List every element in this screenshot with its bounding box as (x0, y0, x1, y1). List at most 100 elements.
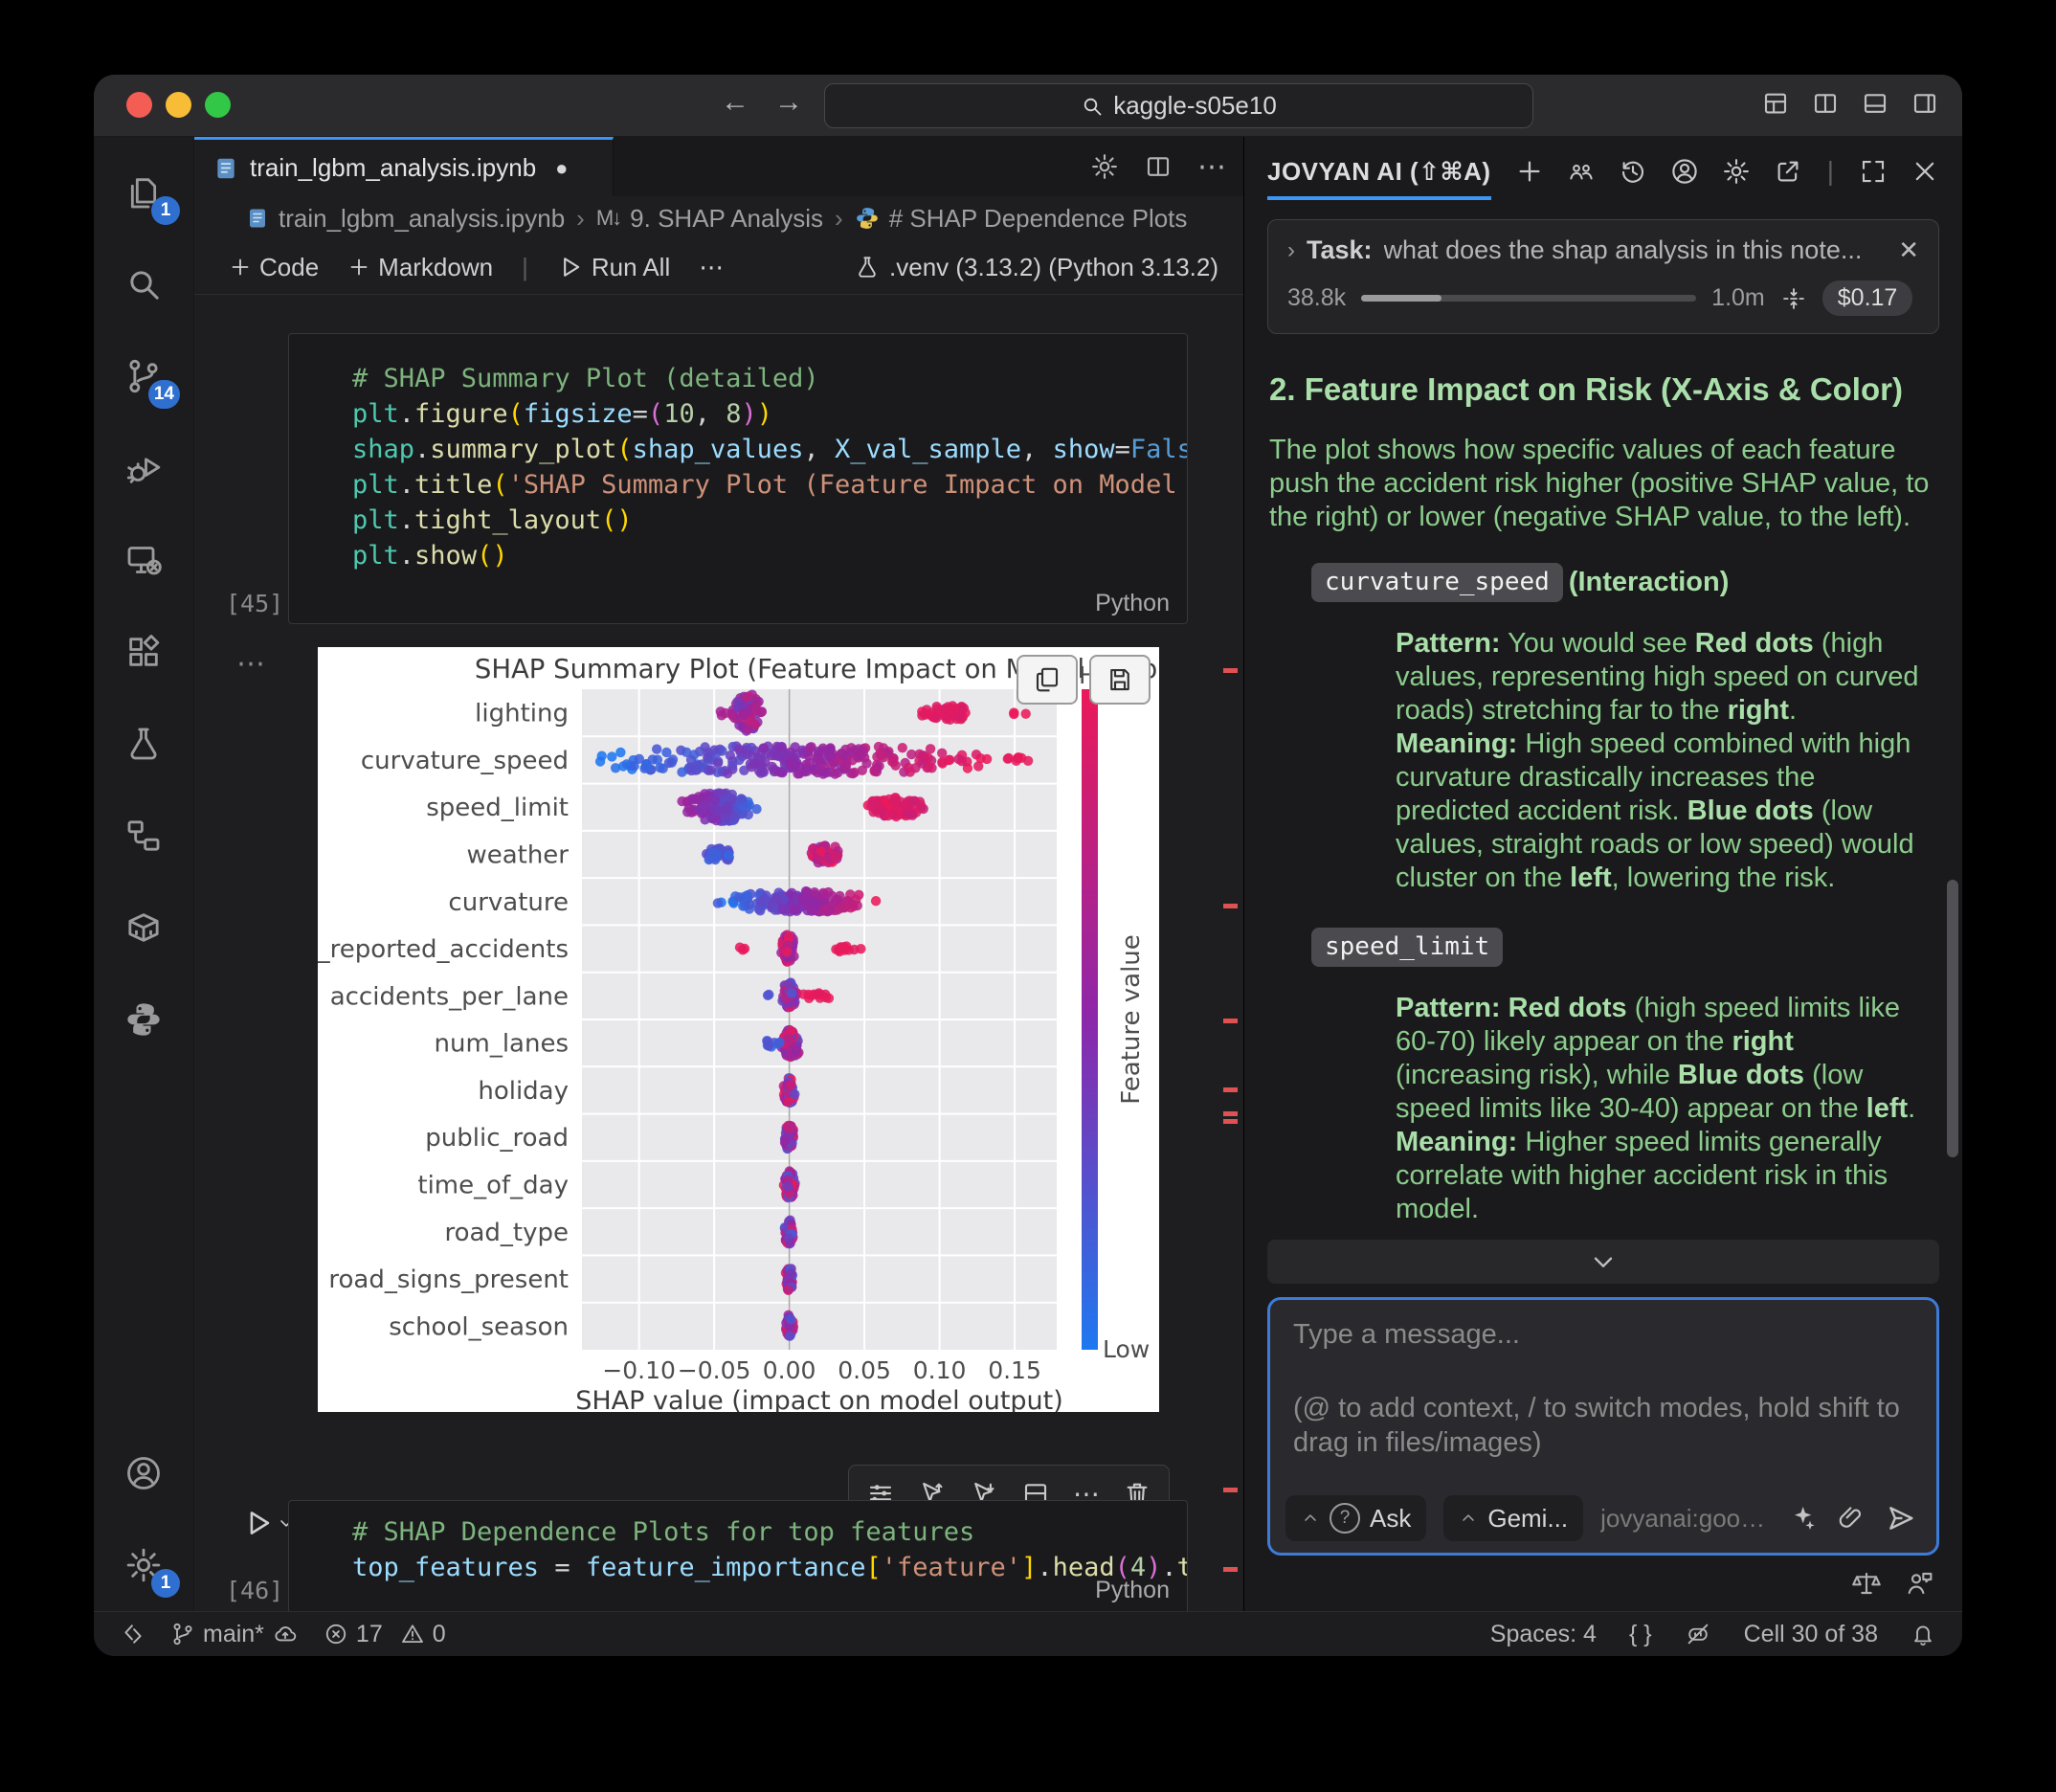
agents-icon[interactable] (1567, 157, 1596, 186)
sidebar-item-remote-explorer[interactable] (94, 514, 193, 606)
condense-context-icon[interactable] (1780, 285, 1807, 312)
sparkle-icon[interactable] (1787, 1503, 1818, 1534)
branch-indicator[interactable]: main* (170, 1621, 299, 1648)
code-editor[interactable]: # SHAP Summary Plot (detailed)plt.figure… (289, 334, 1187, 573)
minimize-window-button[interactable] (166, 92, 191, 118)
sidebar-item-search[interactable] (94, 238, 193, 330)
notebook-toolbar: Code Markdown | Run All ⋯ .venv (3.13.2 (194, 240, 1243, 295)
customize-layout-icon[interactable] (1761, 89, 1790, 118)
add-code-label: Code (259, 253, 319, 282)
send-icon[interactable] (1885, 1502, 1917, 1534)
command-center-search[interactable]: kaggle-s05e10 (824, 83, 1533, 128)
close-window-button[interactable] (126, 92, 152, 118)
mode-selector-ask[interactable]: ? Ask (1285, 1495, 1426, 1541)
more-actions-icon[interactable]: ⋯ (1197, 150, 1226, 184)
copy-output-button[interactable] (1017, 655, 1078, 705)
panel-scrollbar[interactable] (1947, 880, 1958, 1157)
bell-icon[interactable] (1911, 1622, 1935, 1646)
close-panel-icon[interactable] (1911, 157, 1939, 186)
add-markdown-cell-button[interactable]: Markdown (338, 249, 503, 286)
attach-icon[interactable] (1837, 1504, 1866, 1533)
model-selector[interactable]: Gemi... (1443, 1495, 1583, 1541)
sidebar-item-containers[interactable] (94, 882, 193, 974)
svg-text:lighting: lighting (475, 700, 569, 728)
problems-indicator[interactable]: 17 0 (324, 1621, 446, 1648)
task-close-icon[interactable]: ✕ (1898, 235, 1919, 265)
toolbar-more-icon[interactable]: ⋯ (689, 253, 733, 282)
warning-icon (400, 1622, 425, 1646)
header-divider: | (1825, 156, 1836, 187)
save-output-button[interactable] (1089, 655, 1151, 705)
expand-panel-icon[interactable] (1859, 157, 1888, 186)
account-icon[interactable] (1670, 157, 1699, 186)
sidebar-item-pipelines[interactable] (94, 790, 193, 882)
cell-language[interactable]: Python (1095, 590, 1170, 617)
toggle-secondary-sidebar-icon[interactable] (1911, 89, 1939, 118)
indentation-indicator[interactable]: Spaces: 4 (1490, 1621, 1597, 1648)
ai-panel-footer (1244, 1556, 1962, 1611)
collapse-response-button[interactable] (1267, 1240, 1939, 1284)
breadcrumb: train_lgbm_analysis.ipynb › M↓ 9. SHAP A… (194, 196, 1243, 240)
accounts-button[interactable] (94, 1427, 193, 1519)
sidebar-item-source-control[interactable]: 14 (94, 330, 193, 422)
error-count: 17 (356, 1621, 383, 1648)
back-arrow-icon[interactable]: ← (721, 86, 749, 119)
gear-icon[interactable] (1722, 157, 1751, 186)
code-editor[interactable]: # SHAP Dependence Plots for top features… (289, 1501, 1187, 1585)
open-external-icon[interactable] (1774, 157, 1802, 186)
breadcrumb-cell[interactable]: # SHAP Dependence Plots (889, 204, 1188, 234)
search-icon (1081, 95, 1104, 118)
copilot-disabled-icon[interactable] (1685, 1621, 1711, 1647)
svg-text:weather: weather (466, 841, 569, 870)
rules-icon[interactable] (1851, 1568, 1882, 1599)
ai-block-h3: 2. Feature Impact on Risk (X-Axis & Colo… (1269, 370, 1937, 409)
cell-position[interactable]: Cell 30 of 38 (1744, 1621, 1878, 1648)
sidebar-item-explorer[interactable]: 1 (94, 146, 193, 238)
traffic-lights (126, 92, 231, 118)
kernel-picker[interactable]: .venv (3.13.2) (Python 3.13.2) (855, 253, 1218, 282)
cell-more-actions[interactable]: ⋯ (236, 647, 265, 681)
code-cell-45[interactable]: # SHAP Summary Plot (detailed)plt.figure… (288, 333, 1188, 624)
tab-train-lgbm-analysis[interactable]: train_lgbm_analysis.ipynb ● (194, 137, 614, 196)
cell-language[interactable]: Python (1095, 1577, 1170, 1604)
branch-name: main* (203, 1621, 264, 1648)
ai-response-content: 2. Feature Impact on Risk (X-Axis & Colo… (1244, 344, 1962, 1234)
notebook-settings-gear-icon[interactable] (1090, 152, 1119, 181)
chat-input-box[interactable]: Type a message... (@ to add context, / t… (1267, 1297, 1939, 1556)
breadcrumb-file[interactable]: train_lgbm_analysis.ipynb (279, 204, 565, 234)
code-cell-46[interactable]: # SHAP Dependence Plots for top features… (288, 1500, 1188, 1611)
split-editor-icon[interactable] (1144, 152, 1173, 181)
split-editor-icon[interactable] (1811, 89, 1840, 118)
history-icon[interactable] (1619, 157, 1647, 186)
forward-arrow-icon[interactable]: → (774, 86, 803, 119)
token-progress-bar (1361, 295, 1696, 302)
sidebar-item-run-debug[interactable] (94, 422, 193, 514)
svg-text:num_lanes: num_lanes (435, 1030, 569, 1059)
sidebar-item-extensions[interactable] (94, 606, 193, 698)
breadcrumb-section[interactable]: 9. SHAP Analysis (630, 204, 823, 234)
code-line: # SHAP Summary Plot (detailed) (352, 361, 1168, 396)
feedback-icon[interactable] (1905, 1568, 1935, 1599)
remote-indicator-icon[interactable] (121, 1622, 145, 1646)
question-icon: ? (1330, 1503, 1360, 1534)
settings-button[interactable]: 1 (94, 1519, 193, 1611)
svg-text:road_type: road_type (444, 1219, 569, 1247)
overview-ruler-mark (1223, 1087, 1238, 1092)
zoom-window-button[interactable] (205, 92, 231, 118)
code-line: shap.summary_plot(shap_values, X_val_sam… (352, 432, 1168, 467)
toggle-panel-icon[interactable] (1861, 89, 1889, 118)
sidebar-item-python[interactable] (94, 974, 193, 1065)
language-braces[interactable]: { } (1629, 1621, 1652, 1648)
svg-text:curvature_speed: curvature_speed (361, 747, 569, 775)
search-icon (124, 265, 163, 303)
model-id-text[interactable]: jovyanai:googl... (1600, 1504, 1770, 1534)
breadcrumb-separator: › (574, 204, 587, 234)
task-chevron-icon[interactable]: › (1287, 237, 1295, 264)
pipeline-icon (124, 817, 163, 855)
settings-badge: 1 (151, 1569, 180, 1598)
run-all-button[interactable]: Run All (548, 249, 680, 286)
sidebar-item-testing[interactable] (94, 698, 193, 790)
add-code-cell-button[interactable]: Code (219, 249, 328, 286)
new-chat-icon[interactable] (1515, 157, 1544, 186)
ai-panel-title[interactable]: JOVYAN AI (⇧⌘A) (1267, 157, 1491, 200)
